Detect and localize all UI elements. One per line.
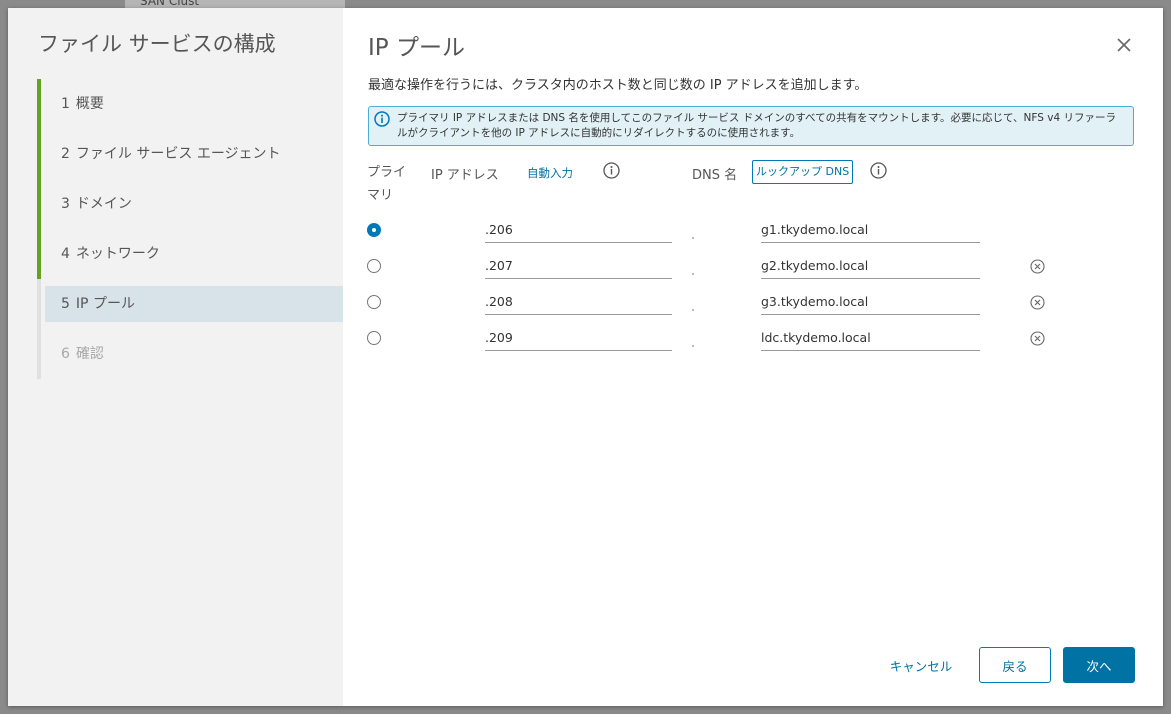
wizard-step-text: 3 ドメイン xyxy=(61,196,132,212)
column-separator xyxy=(692,237,694,239)
remove-circle-icon[interactable] xyxy=(1030,259,1045,274)
column-separator xyxy=(692,309,694,311)
wizard-step-text: 2 ファイル サービス エージェント xyxy=(61,146,281,162)
column-header-dns-name: DNS 名 xyxy=(692,168,738,183)
column-separator xyxy=(692,345,694,347)
ip-address-input[interactable] xyxy=(485,253,672,279)
wizard-step-label: ファイル サービス エージェント xyxy=(75,146,281,162)
primary-radio[interactable] xyxy=(367,223,381,237)
primary-radio[interactable] xyxy=(367,295,381,309)
wizard-step-text: 5 IP プール xyxy=(61,296,135,312)
info-icon[interactable] xyxy=(870,162,887,179)
wizard-step: 6 確認 xyxy=(37,329,343,379)
next-button[interactable]: 次へ xyxy=(1063,647,1135,683)
wizard-sidebar: ファイル サービスの構成 1 概要 2 ファイル サービス エージェント 3 ドメイン 4 ネ… xyxy=(8,8,343,706)
wizard-step-label: 確認 xyxy=(75,346,104,362)
wizard-step[interactable]: 1 概要 xyxy=(37,79,343,129)
wizard-step-label: ネットワーク xyxy=(75,246,160,262)
wizard-step-number: 5 xyxy=(61,296,70,312)
alert-text: プライマリ IP アドレスまたは DNS 名を使用してこのファイル サービス ド… xyxy=(397,112,1116,139)
wizard-step-number: 1 xyxy=(61,96,70,112)
column-header-ip-address: IP アドレス xyxy=(431,168,499,183)
back-button[interactable]: 戻る xyxy=(979,647,1051,683)
info-alert: プライマリ IP アドレスまたは DNS 名を使用してこのファイル サービス ド… xyxy=(368,106,1134,146)
info-icon[interactable] xyxy=(603,162,620,179)
page-title: IP プール xyxy=(368,35,465,61)
auto-fill-button[interactable]: 自動入力 xyxy=(527,165,573,181)
ip-address-input[interactable] xyxy=(485,217,672,243)
wizard-step-text: 4 ネットワーク xyxy=(61,246,160,262)
remove-circle-icon[interactable] xyxy=(1030,331,1045,346)
column-separator xyxy=(692,273,694,275)
wizard-step[interactable]: 5 IP プール xyxy=(37,279,343,329)
wizard-step[interactable]: 2 ファイル サービス エージェント xyxy=(37,129,343,179)
wizard-step-number: 4 xyxy=(61,246,70,262)
wizard-step[interactable]: 4 ネットワーク xyxy=(37,229,343,279)
ip-address-input[interactable] xyxy=(485,289,672,315)
wizard-step-text: 6 確認 xyxy=(61,346,104,362)
column-header-primary: プライマリ xyxy=(367,165,407,203)
ip-pool-row xyxy=(343,251,1143,287)
cancel-button[interactable]: キャンセル xyxy=(881,647,961,683)
page-subtitle: 最適な操作を行うには、クラスタ内のホスト数と同じ数の IP アドレスを追加します… xyxy=(368,78,868,93)
wizard-main-panel: IP プール 最適な操作を行うには、クラスタ内のホスト数と同じ数の IP アドレ… xyxy=(343,8,1163,706)
primary-radio[interactable] xyxy=(367,259,381,273)
wizard-step-label: IP プール xyxy=(75,296,135,312)
dns-name-input[interactable] xyxy=(761,289,980,315)
wizard-steps: 1 概要 2 ファイル サービス エージェント 3 ドメイン 4 ネットワーク 5 IP プール 6… xyxy=(37,79,343,379)
ip-pool-row xyxy=(343,323,1143,359)
background-window-title: SAN Clust xyxy=(140,0,200,8)
wizard-step-label: ドメイン xyxy=(75,196,132,212)
wizard-step-number: 6 xyxy=(61,346,70,362)
wizard-step-number: 2 xyxy=(61,146,70,162)
close-icon[interactable] xyxy=(1113,34,1135,56)
dns-name-input[interactable] xyxy=(761,325,980,351)
dns-name-input[interactable] xyxy=(761,217,980,243)
wizard-step-text: 1 概要 xyxy=(61,96,104,112)
lookup-dns-button[interactable]: ルックアップ DNS xyxy=(752,160,854,184)
wizard-step[interactable]: 3 ドメイン xyxy=(37,179,343,229)
wizard-step-label: 概要 xyxy=(75,96,104,112)
configure-file-services-dialog: ファイル サービスの構成 1 概要 2 ファイル サービス エージェント 3 ドメイン 4 ネ… xyxy=(8,8,1163,706)
remove-circle-icon[interactable] xyxy=(1030,295,1045,310)
wizard-step-number: 3 xyxy=(61,196,70,212)
info-circle-icon xyxy=(374,111,390,127)
dns-name-input[interactable] xyxy=(761,253,980,279)
wizard-title: ファイル サービスの構成 xyxy=(38,32,276,56)
ip-pool-row xyxy=(343,215,1143,251)
ip-pool-row xyxy=(343,287,1143,323)
primary-radio[interactable] xyxy=(367,331,381,345)
ip-address-input[interactable] xyxy=(485,325,672,351)
